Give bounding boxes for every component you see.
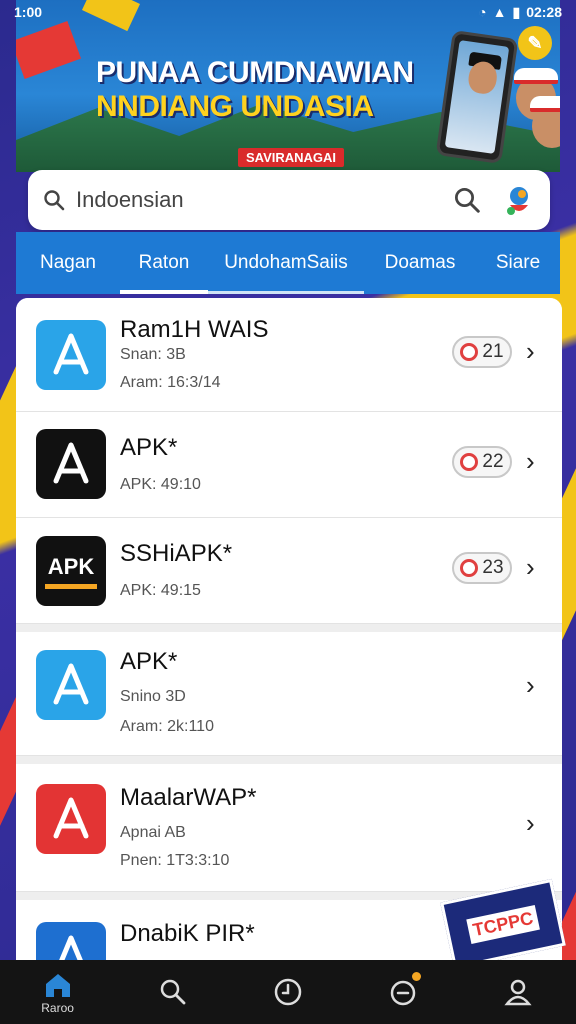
apk-icon: APK <box>36 536 106 606</box>
status-bar: 1:00 ◔ ▲ ▮ 02:28 <box>0 0 576 24</box>
app-name: DnabiK PIR* <box>120 920 255 947</box>
chevron-right-icon[interactable]: › <box>526 552 535 583</box>
tab-siare[interactable]: Siare <box>476 232 560 294</box>
nav-notifications[interactable] <box>363 960 443 1024</box>
app-meta: Snan: 3B <box>120 346 186 363</box>
nav-history[interactable] <box>248 960 328 1024</box>
search-input[interactable] <box>76 187 452 213</box>
signal-icon: ▲ <box>492 4 507 20</box>
profile-icon <box>504 979 532 1006</box>
banner-title-line1: PUNAA CUMDNAWIAN <box>96 56 414 89</box>
nav-profile[interactable] <box>478 960 558 1024</box>
app-store-icon <box>36 784 106 854</box>
search-submit-icon[interactable] <box>452 185 482 215</box>
edit-icon[interactable]: ✎ <box>518 26 552 60</box>
notification-dot <box>412 972 422 981</box>
coin-icon <box>460 343 479 361</box>
app-meta: Apnai AB <box>120 824 186 841</box>
mascot-icon[interactable] <box>502 183 536 217</box>
app-name: Ram1H WAIS <box>120 316 269 343</box>
promo-text: TCPPC <box>466 904 540 944</box>
list-item[interactable]: MaalarWAP* Apnai AB Pnen: 1T3:3:10 › <box>16 764 562 892</box>
search-icon <box>44 190 65 211</box>
banner-flag <box>16 20 82 80</box>
bottom-navigation: Raroo <box>0 960 576 1024</box>
app-meta: APK: 49:10 <box>120 476 201 493</box>
list-item[interactable]: Ram1H WAIS Snan: 3B Aram: 16:3/14 21 › <box>16 298 562 412</box>
banner-title: PUNAA CUMDNAWIAN NNDIANG UNDASIA <box>96 56 436 124</box>
app-name: MaalarWAP* <box>120 784 257 811</box>
divider <box>16 624 562 632</box>
nav-home[interactable]: Raroo <box>18 960 98 1024</box>
tab-raton[interactable]: Raton <box>120 232 208 294</box>
app-meta: Aram: 2k:110 <box>120 718 214 735</box>
app-store-icon <box>36 650 106 720</box>
badge-value: 22 <box>482 451 504 472</box>
price-badge[interactable]: 23 <box>452 552 512 584</box>
app-store-icon <box>36 922 106 960</box>
apk-icon-text: APK <box>47 553 95 579</box>
badge-value: 23 <box>482 557 504 578</box>
nav-search[interactable] <box>133 960 213 1024</box>
battery-icon: ▮ <box>512 3 521 20</box>
coin-icon <box>460 559 479 577</box>
status-time: 1:00 <box>14 4 43 20</box>
list-item[interactable]: APK SSHiAPK* APK: 49:15 23 › <box>16 518 562 624</box>
app-meta: Pnen: 1T3:3:10 <box>120 852 230 869</box>
home-icon <box>45 974 70 997</box>
app-name: APK* <box>120 434 178 461</box>
search-icon <box>160 979 186 1005</box>
app-store-icon <box>36 429 106 499</box>
search-bar[interactable] <box>28 170 550 230</box>
chevron-right-icon[interactable]: › <box>526 670 535 701</box>
clock-icon <box>274 978 302 1006</box>
price-badge[interactable]: 21 <box>452 336 512 368</box>
app-meta: APK: 49:15 <box>120 582 201 599</box>
divider <box>16 756 562 764</box>
price-badge[interactable]: 22 <box>452 446 512 478</box>
status-battery-text: 02:28 <box>526 4 562 20</box>
app-name: APK* <box>120 648 178 675</box>
tab-undohamsaiis[interactable]: UndohamSaiis <box>208 232 364 294</box>
tab-nagan[interactable]: Nagan <box>16 232 120 294</box>
banner-title-line2: NNDIANG UNDASIA <box>96 90 374 123</box>
app-store-icon <box>36 320 106 390</box>
app-meta: Snino 3D <box>120 688 186 705</box>
app-name: SSHiAPK* <box>120 540 233 567</box>
list-item[interactable]: APK* Snino 3D Aram: 2k:110 › <box>16 632 562 756</box>
banner-tag: SAVIRANAGAI <box>238 148 345 167</box>
chevron-right-icon[interactable]: › <box>526 336 535 367</box>
chevron-right-icon[interactable]: › <box>526 808 535 839</box>
chevron-right-icon[interactable]: › <box>526 446 535 477</box>
category-tabs: Nagan Raton UndohamSaiis Doamas Siare <box>16 232 560 294</box>
coin-icon <box>460 453 479 471</box>
promo-banner[interactable]: PUNAA CUMDNAWIAN NNDIANG UNDASIA SAVIRAN… <box>16 0 560 172</box>
list-item[interactable]: APK* APK: 49:10 22 › <box>16 412 562 518</box>
app-meta: Aram: 16:3/14 <box>120 374 221 391</box>
nav-home-label: Raroo <box>41 1001 74 1015</box>
tab-doamas[interactable]: Doamas <box>364 232 476 294</box>
app-list: Ram1H WAIS Snan: 3B Aram: 16:3/14 21 › A… <box>16 298 562 960</box>
wifi-icon: ◔ <box>478 4 487 20</box>
badge-value: 21 <box>482 341 504 362</box>
